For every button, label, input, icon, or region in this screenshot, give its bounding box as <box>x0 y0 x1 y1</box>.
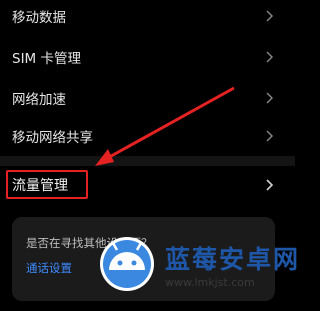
watermark-name: 蓝莓安卓网 <box>165 245 301 274</box>
android-robot-icon <box>100 237 154 291</box>
watermark-url: www.lmkjst.com <box>165 276 255 289</box>
watermark: 蓝莓安卓网 www.lmkjst.com <box>95 230 298 308</box>
call-settings-link[interactable]: 通话设置 <box>26 260 72 276</box>
